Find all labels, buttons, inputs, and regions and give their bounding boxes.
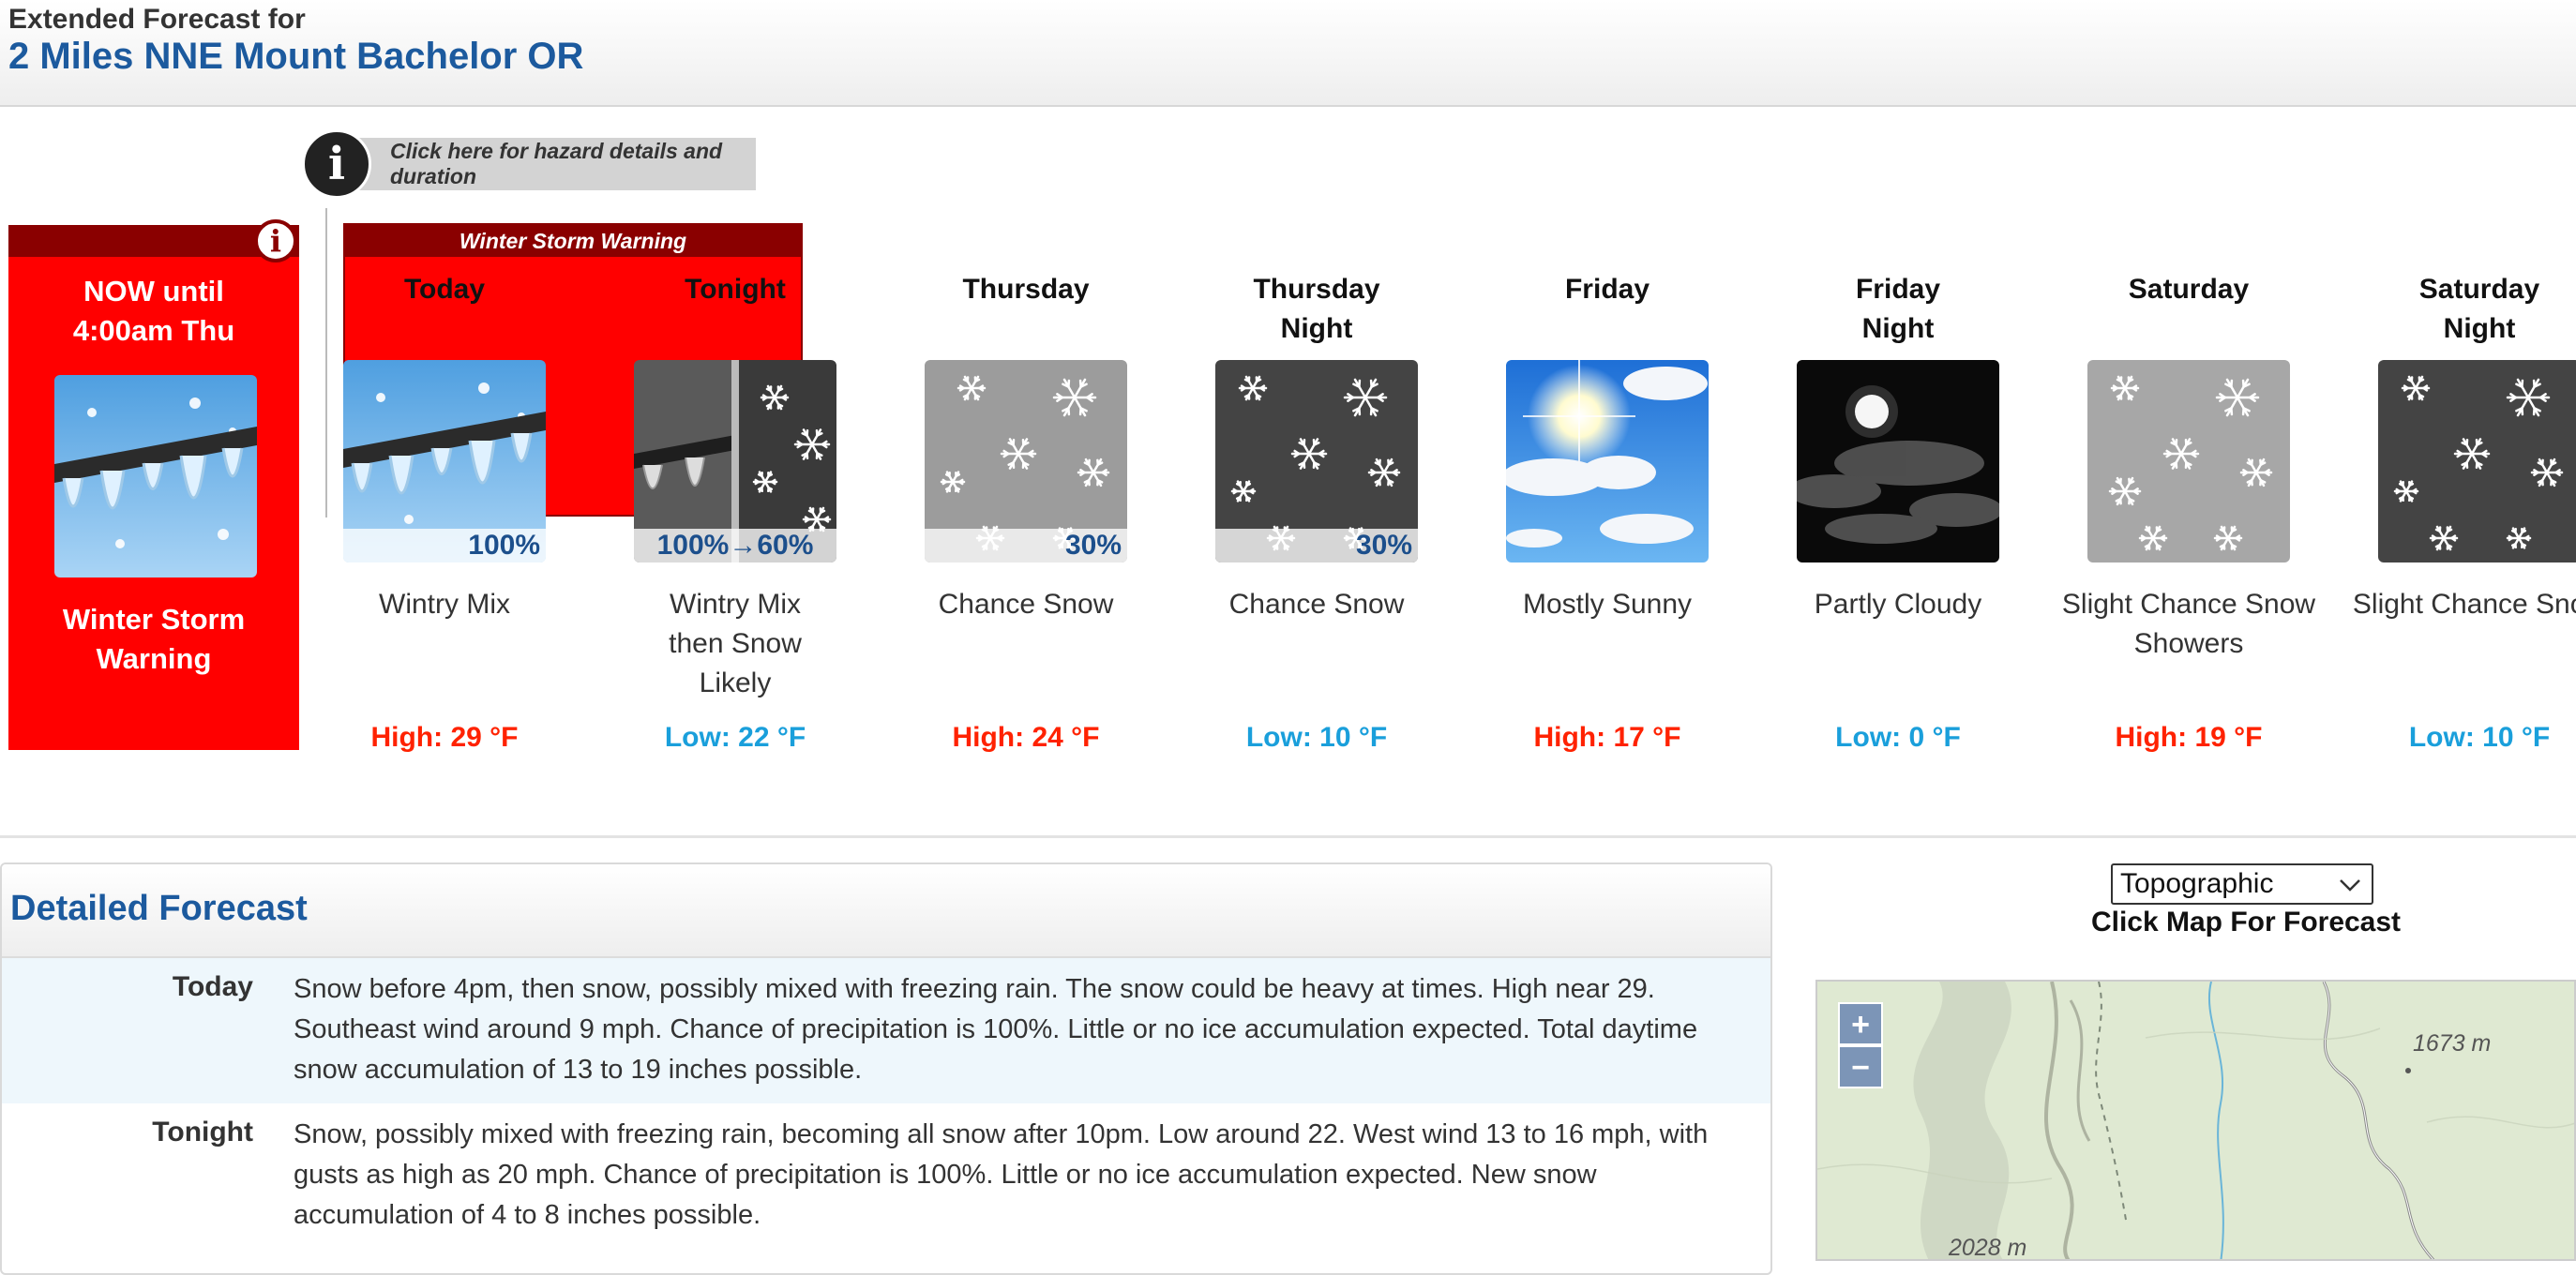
period-temperature: Low: 0 °F [1753,722,2043,754]
period-name: Thursday [881,270,1171,360]
zoom-in-button[interactable]: + [1838,1002,1883,1045]
period-name: Thursday Night [1251,270,1382,360]
period-temperature: High: 24 °F [881,722,1171,754]
detailed-row-label: Today [2,969,253,1090]
map-type-select[interactable]: Topographic [2111,863,2373,905]
period-temperature: Low: 10 °F [1171,722,1462,754]
period-description: Partly Cloudy [1753,585,2043,716]
hazard-until: NOW until 4:00am Thu [8,272,299,351]
page-header: Extended Forecast for 2 Miles NNE Mount … [0,0,2576,107]
period-temperature: High: 19 °F [2043,722,2334,754]
forecast-subtitle: Extended Forecast for [8,4,306,36]
period-description: Mostly Sunny [1462,585,1753,716]
topographic-map-image [1817,982,2576,1261]
forecast-period[interactable]: Today 100% Wintry Mix High: 29 °F [299,270,590,754]
elevation-label: 2028 m [1949,1235,2026,1261]
detailed-row-label: Tonight [2,1115,253,1236]
forecast-period[interactable]: Tonight 100%→60% Wintry Mix then Snow Like… [590,270,881,754]
warning-banner-title: Winter Storm Warning [345,225,801,257]
forecast-period[interactable]: Friday Night Partly Cloudy Low: 0 °F [1753,270,2043,754]
wintry-mix-then-snow-icon: 100%→60% [634,360,836,562]
period-name: Tonight [590,270,881,360]
mostly-sunny-icon [1506,360,1709,562]
period-description: Wintry Mix [299,585,590,716]
hazard-link-label: Click here for hazard details and durati… [353,138,756,190]
wintry-mix-icon: 100% [343,360,546,562]
detailed-row-tonight: Tonight Snow, possibly mixed with freezi… [2,1103,1770,1249]
detailed-forecast-header: Detailed Forecast [2,864,1770,958]
precip-chance: 100% [343,529,546,562]
detailed-forecast-title: Detailed Forecast [10,889,308,929]
hazard-info-icon[interactable]: i [254,219,297,262]
snow-night-icon [2378,360,2576,562]
period-name: Saturday [2043,270,2334,360]
zoom-out-button[interactable]: − [1838,1045,1883,1088]
forecast-period[interactable]: Saturday Slight Chance Snow Showers High: … [2043,270,2334,754]
forecast-map[interactable]: + − 1673 m 2028 m [1815,980,2576,1261]
info-icon: i [302,129,371,199]
map-area: Topographic Click Map For Forecast + − 1… [1772,848,2576,1256]
period-temperature: Low: 10 °F [2334,722,2576,754]
location-title: 2 Miles NNE Mount Bachelor OR [8,36,583,78]
precip-chance: 30% [925,529,1127,562]
precip-chance: 30% [1215,529,1418,562]
forecast-period[interactable]: Thursday 30% Chance Snow High: 24 °F [881,270,1171,754]
detailed-row-text: Snow before 4pm, then snow, possibly mix… [294,969,1756,1090]
period-temperature: High: 17 °F [1462,722,1753,754]
period-name: Friday Night [1832,270,1964,360]
wintry-mix-icon [54,375,257,578]
snow-night-icon: 30% [1215,360,1418,562]
detailed-forecast-panel: Detailed Forecast Today Snow before 4pm,… [0,862,1772,1275]
snow-day-icon: 30% [925,360,1127,562]
map-type-value: Topographic [2120,868,2273,899]
forecast-period[interactable]: Saturday Night Slight Chance Snow Low: 10 … [2334,270,2576,754]
hazard-warning-label: Winter Storm Warning [8,600,299,679]
period-name: Saturday Night [2414,270,2545,360]
period-description: Chance Snow [1171,585,1462,716]
period-description: Slight Chance Snow Showers [2043,585,2334,716]
snow-showers-day-icon [2087,360,2290,562]
detailed-row-today: Today Snow before 4pm, then snow, possib… [2,958,1770,1103]
period-description: Chance Snow [881,585,1171,716]
current-hazard-panel[interactable]: i NOW until 4:00am Thu Winter Storm Warn… [8,225,299,750]
hazard-details-link[interactable]: i Click here for hazard details and dura… [302,133,756,195]
partly-cloudy-night-icon [1797,360,1999,562]
period-name: Friday [1462,270,1753,360]
chevron-down-icon [2338,873,2362,897]
forecast-period[interactable]: Thursday Night 30% Chance Snow Low: 10 °F [1171,270,1462,754]
forecast-period[interactable]: Friday Mostly Sunny High: 17 °F [1462,270,1753,754]
section-divider [0,835,2576,838]
elevation-label: 1673 m [2413,1030,2491,1058]
period-description: Wintry Mix then Snow Likely [655,585,815,716]
period-description: Slight Chance Snow [2334,585,2576,716]
precip-chance: 100%→60% [634,529,836,562]
period-name: Today [299,270,590,360]
detailed-row-text: Snow, possibly mixed with freezing rain,… [294,1115,1756,1236]
period-temperature: High: 29 °F [299,722,590,754]
period-temperature: Low: 22 °F [590,722,881,754]
map-caption: Click Map For Forecast [1772,907,2576,938]
